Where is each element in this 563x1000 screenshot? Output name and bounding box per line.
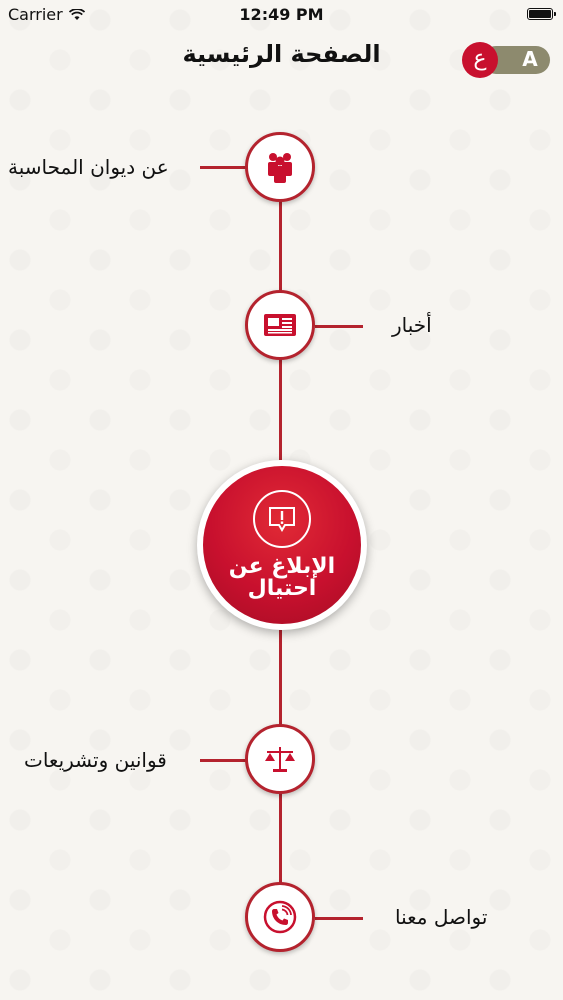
news-label[interactable]: أخبار bbox=[392, 313, 432, 337]
news-node-button[interactable] bbox=[245, 290, 315, 360]
contact-label[interactable]: تواصل معنا bbox=[395, 905, 487, 929]
report-fraud-inner: الإبلاغ عن احتيال bbox=[203, 466, 361, 624]
laws-node-button[interactable] bbox=[245, 724, 315, 794]
about-connector bbox=[200, 166, 248, 169]
clock: 12:49 PM bbox=[239, 5, 324, 24]
laws-label[interactable]: قوانين وتشريعات bbox=[24, 748, 167, 772]
report-fraud-line2: احتيال bbox=[247, 576, 317, 601]
language-toggle[interactable]: A ع bbox=[462, 42, 550, 78]
alert-circle bbox=[253, 490, 311, 548]
report-fraud-line1: الإبلاغ عن bbox=[228, 554, 336, 579]
report-fraud-button[interactable]: الإبلاغ عن احتيال bbox=[197, 460, 367, 630]
english-option[interactable]: A bbox=[516, 47, 544, 71]
status-bar: Carrier 12:49 PM bbox=[0, 0, 563, 30]
contact-connector bbox=[315, 917, 363, 920]
people-icon bbox=[268, 153, 292, 183]
phone-icon bbox=[263, 900, 297, 934]
about-node-button[interactable] bbox=[245, 132, 315, 202]
alert-icon bbox=[269, 507, 295, 532]
laws-connector bbox=[200, 759, 248, 762]
contact-node-button[interactable] bbox=[245, 882, 315, 952]
battery-icon bbox=[527, 8, 556, 20]
about-label[interactable]: عن ديوان المحاسبة bbox=[8, 155, 169, 179]
report-fraud-title: الإبلاغ عن احتيال bbox=[229, 556, 335, 600]
news-connector bbox=[315, 325, 363, 328]
arabic-option[interactable]: ع bbox=[462, 42, 498, 78]
newspaper-icon bbox=[264, 314, 296, 336]
scales-icon bbox=[265, 747, 295, 772]
